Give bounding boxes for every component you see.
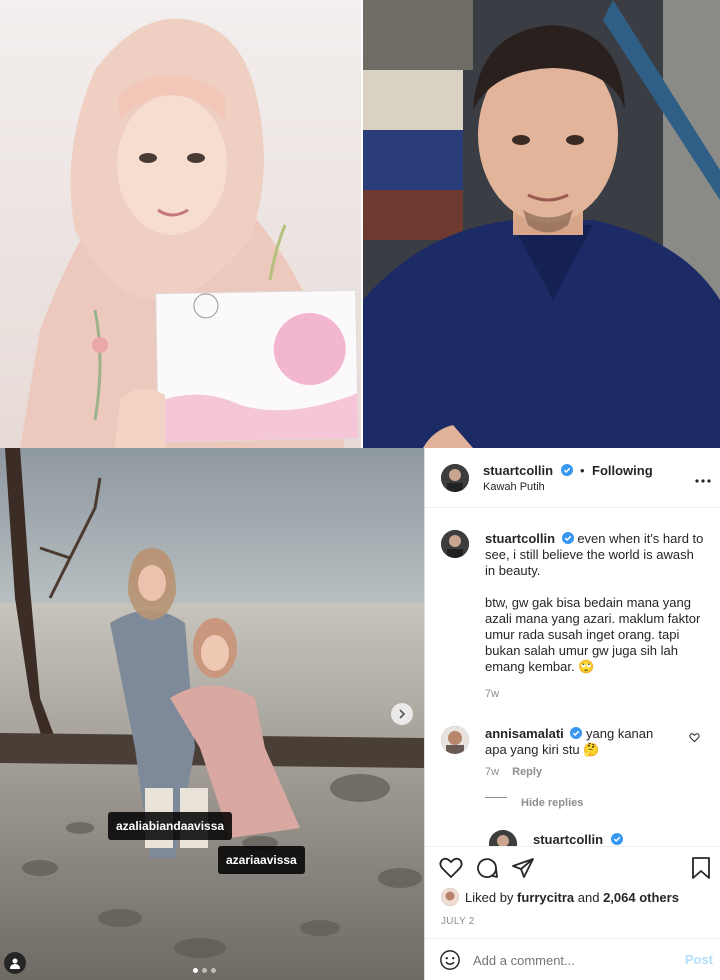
caption-avatar[interactable] (441, 530, 469, 558)
emoji-icon[interactable] (439, 949, 461, 971)
comment-icon[interactable] (475, 856, 499, 880)
liked-by-avatar[interactable] (441, 888, 459, 906)
caption: stuartcollin even when it's hard to see,… (485, 531, 707, 675)
carousel-dot (202, 968, 207, 973)
bookmark-icon[interactable] (691, 856, 711, 880)
reply-preview: stuartcollin (533, 831, 623, 846)
liked-by-user[interactable]: furrycitra (517, 890, 574, 905)
caption-username[interactable]: stuartcollin (485, 531, 555, 546)
following-button[interactable]: Following (592, 463, 653, 478)
reply-button[interactable]: Reply (512, 766, 542, 778)
photo-man-portrait (363, 0, 720, 448)
comment-username[interactable]: annisamalati (485, 726, 564, 741)
post-details-panel: stuartcollin • Following Kawah Putih stu… (424, 448, 720, 980)
user-icon (10, 958, 20, 969)
location-link[interactable]: Kawah Putih (483, 481, 545, 493)
post-photo-twins (0, 448, 424, 980)
caption-text-2: btw, gw gak bisa bedain mana yang azali … (485, 595, 701, 674)
verified-badge-icon (570, 727, 583, 739)
post-header: stuartcollin • Following Kawah Putih (425, 448, 720, 508)
heart-icon[interactable] (439, 857, 463, 879)
photo-woman-illustration (0, 0, 361, 448)
more-horizontal-icon (695, 479, 711, 483)
chevron-right-icon (399, 709, 406, 719)
tagged-users-button[interactable] (4, 952, 26, 974)
comment-meta: 7w Reply (485, 766, 542, 778)
like-comment-heart-icon[interactable] (689, 732, 700, 743)
hide-replies-button[interactable]: Hide replies (521, 797, 583, 809)
avatar[interactable] (441, 464, 469, 492)
carousel-dots (193, 968, 216, 973)
verified-badge-icon (560, 464, 573, 476)
comment-input[interactable] (473, 950, 663, 970)
user-tag-2[interactable]: azariaavissa (218, 846, 305, 874)
reply-username[interactable]: stuartcollin (533, 832, 603, 846)
comment: annisamalati yang kanan apa yang kiri st… (485, 726, 675, 758)
verified-badge-icon (610, 833, 623, 845)
verified-badge-icon (561, 532, 574, 544)
more-options-button[interactable] (695, 470, 711, 488)
user-tag-1[interactable]: azaliabiandaavissa (108, 812, 233, 840)
post-actions: Liked by furrycitra and 2,064 others JUL… (425, 846, 720, 934)
photo-woman-with-box (0, 0, 361, 448)
avatar-image (441, 888, 459, 906)
post-date[interactable]: JULY 2 (441, 916, 475, 927)
likes-count[interactable]: 2,064 others (603, 890, 679, 905)
avatar-image (441, 464, 469, 492)
liked-by-joiner: and (577, 890, 600, 905)
comments-list[interactable]: stuartcollin even when it's hard to see,… (425, 508, 720, 846)
carousel-next-button[interactable] (391, 703, 413, 725)
share-icon[interactable] (511, 856, 535, 880)
avatar-image (441, 726, 469, 754)
header-separator: • (579, 463, 585, 478)
caption-time: 7w (485, 688, 500, 700)
reply-avatar[interactable] (489, 830, 517, 846)
add-comment-bar: Post (425, 938, 720, 980)
liked-by-prefix: Liked by (465, 890, 514, 905)
comment-time: 7w (485, 766, 500, 778)
avatar-image (441, 530, 469, 558)
liked-by: Liked by furrycitra and 2,064 others (465, 890, 679, 905)
photo-man-illustration (363, 0, 720, 448)
comment-avatar[interactable] (441, 726, 469, 754)
carousel-dot-active (193, 968, 198, 973)
carousel-dot (211, 968, 216, 973)
avatar-image (489, 830, 517, 846)
header-username[interactable]: stuartcollin (483, 463, 553, 478)
post-comment-button[interactable]: Post (685, 952, 713, 967)
replies-line (485, 797, 507, 798)
post-image[interactable]: azaliabiandaavissa azariaavissa (0, 448, 424, 980)
